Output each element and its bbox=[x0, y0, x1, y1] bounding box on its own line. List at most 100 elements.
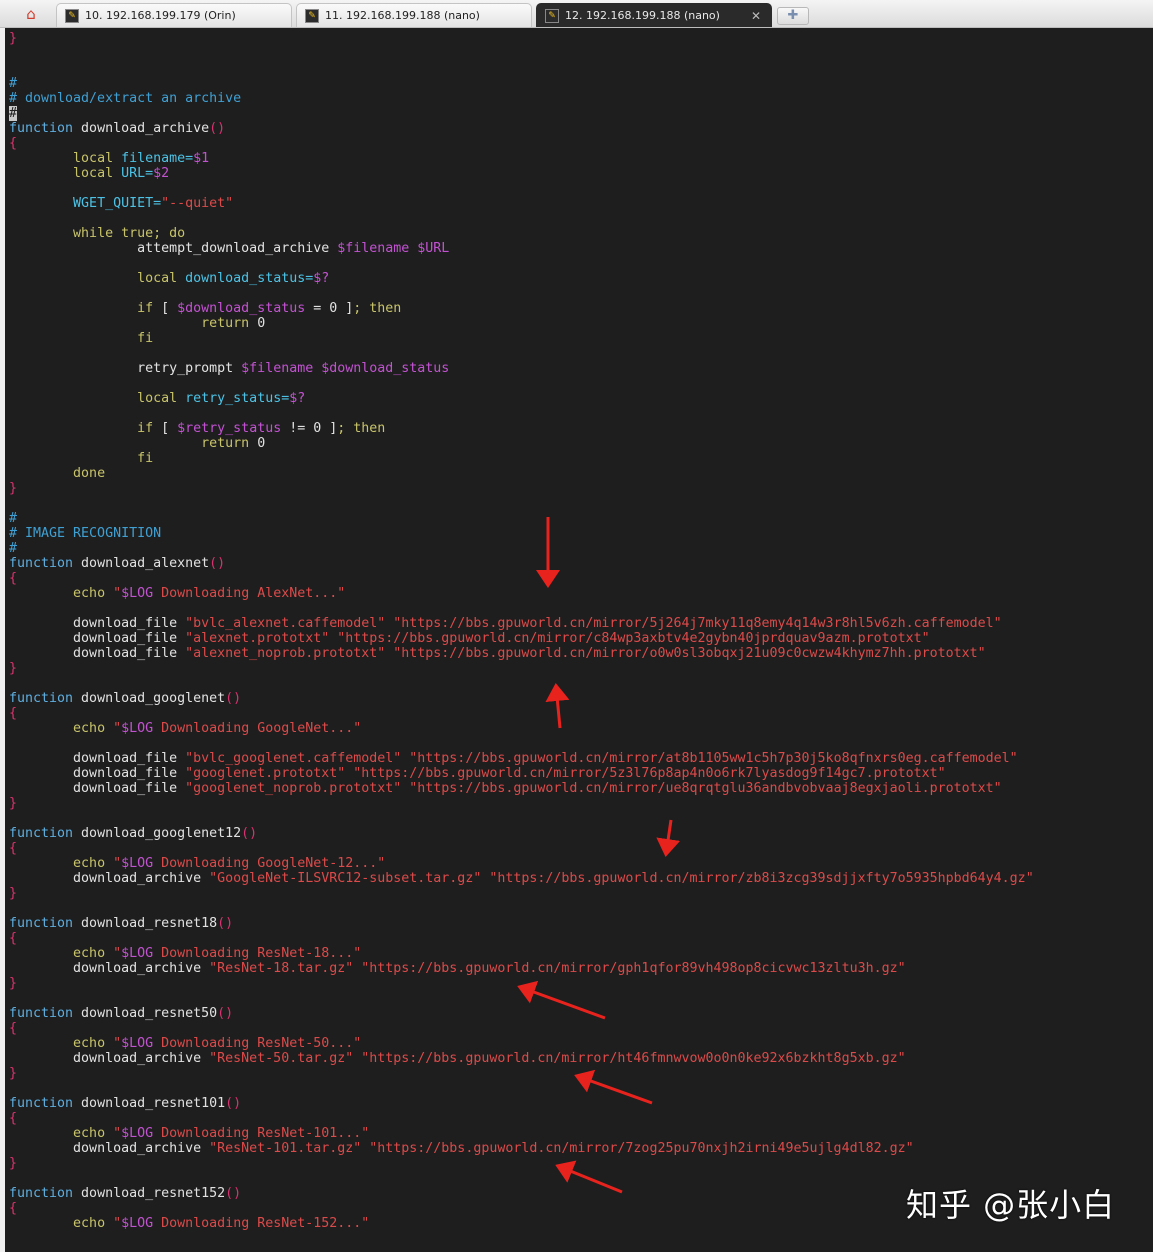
tab-label: 12. 192.168.199.188 (nano) bbox=[565, 9, 720, 22]
code-token: } bbox=[9, 661, 18, 676]
code-token: "GoogleNet-ILSVRC12-subset.tar.gz" "http… bbox=[209, 871, 1034, 886]
code-token: $? bbox=[289, 391, 306, 406]
code-line: } bbox=[9, 661, 1034, 676]
code-token: ; then bbox=[353, 301, 402, 316]
code-token: URL= bbox=[121, 166, 154, 181]
code-line: echo "$LOG Downloading AlexNet..." bbox=[9, 586, 1034, 601]
code-token: $LOG bbox=[121, 1126, 154, 1141]
code-token: () bbox=[241, 826, 258, 841]
code-token: # download/extract an archive bbox=[9, 91, 242, 106]
tab-session-10[interactable]: ✎ 10. 192.168.199.179 (Orin) bbox=[56, 3, 292, 27]
close-icon[interactable]: ✕ bbox=[751, 9, 761, 23]
code-token: () bbox=[209, 556, 226, 571]
code-token: download_googlenet bbox=[73, 691, 226, 706]
code-token: } bbox=[9, 796, 18, 811]
new-tab-button[interactable]: ✚ bbox=[777, 7, 809, 25]
code-line: local filename=$1 bbox=[9, 151, 1034, 166]
code-token: $LOG bbox=[121, 586, 154, 601]
code-line: function download_resnet50() bbox=[9, 1006, 1034, 1021]
code-token: local bbox=[73, 166, 114, 181]
code-token: = 0 ] bbox=[305, 301, 354, 316]
code-line: } bbox=[9, 1156, 1034, 1171]
code-token: $retry_status bbox=[177, 421, 282, 436]
code-token: " bbox=[113, 1126, 122, 1141]
code-token: "--quiet" bbox=[161, 196, 234, 211]
code-token: download_file bbox=[9, 646, 186, 661]
home-icon[interactable]: ⌂ bbox=[18, 4, 44, 24]
code-line: local retry_status=$? bbox=[9, 391, 1034, 406]
code-line: echo "$LOG Downloading ResNet-50..." bbox=[9, 1036, 1034, 1051]
code-token: Downloading ResNet-50..." bbox=[153, 1036, 362, 1051]
code-token: } bbox=[9, 481, 18, 496]
code-token: () bbox=[225, 691, 242, 706]
code-line: } bbox=[9, 976, 1034, 991]
code-token: [ bbox=[153, 421, 178, 436]
code-token: function bbox=[9, 916, 74, 931]
code-token: () bbox=[225, 1186, 242, 1201]
code-token: } bbox=[9, 886, 18, 901]
code-token: download_file bbox=[9, 766, 186, 781]
code-line: echo "$LOG Downloading GoogleNet..." bbox=[9, 721, 1034, 736]
putty-terminal-icon: ✎ bbox=[305, 8, 319, 23]
code-token: echo bbox=[73, 856, 106, 871]
code-line: WGET_QUIET="--quiet" bbox=[9, 196, 1034, 211]
code-line: while true; do bbox=[9, 226, 1034, 241]
code-token: download_archive bbox=[9, 871, 210, 886]
code-line: { bbox=[9, 1021, 1034, 1036]
code-token: filename= bbox=[121, 151, 194, 166]
code-line: attempt_download_archive $filename $URL bbox=[9, 241, 1034, 256]
code-token: } bbox=[9, 976, 18, 991]
code-line: } bbox=[9, 886, 1034, 901]
code-line: function download_googlenet() bbox=[9, 691, 1034, 706]
code-line: function download_resnet101() bbox=[9, 1096, 1034, 1111]
code-line: function download_googlenet12() bbox=[9, 826, 1034, 841]
code-line: } bbox=[9, 796, 1034, 811]
tab-session-12[interactable]: ✎ 12. 192.168.199.188 (nano) ✕ bbox=[536, 3, 772, 27]
code-token: "alexnet.prototxt" "https://bbs.gpuworld… bbox=[185, 631, 930, 646]
code-token: download_archive bbox=[9, 961, 210, 976]
terminal-view[interactable]: } # # download/extract an archive # function… bbox=[5, 28, 1153, 1252]
code-line: download_file "alexnet.prototxt" "https:… bbox=[9, 631, 1034, 646]
code-line: { bbox=[9, 1201, 1034, 1216]
code-content: } # # download/extract an archive # function… bbox=[9, 31, 1034, 1231]
code-line: retry_prompt $filename $download_status bbox=[9, 361, 1034, 376]
code-token: $LOG bbox=[121, 946, 154, 961]
plus-icon: ✚ bbox=[787, 8, 799, 23]
code-token: [ bbox=[153, 301, 178, 316]
code-line: # download/extract an archive bbox=[9, 91, 1034, 106]
code-token: download_resnet50 bbox=[73, 1006, 218, 1021]
code-line: download_file "bvlc_alexnet.caffemodel" … bbox=[9, 616, 1034, 631]
code-token: $LOG bbox=[121, 1036, 154, 1051]
code-token: " bbox=[113, 946, 122, 961]
code-token: () bbox=[225, 1096, 242, 1111]
code-token: download_resnet101 bbox=[73, 1096, 226, 1111]
code-line: if [ $retry_status != 0 ]; then bbox=[9, 421, 1034, 436]
code-token: function bbox=[9, 121, 74, 136]
code-token: { bbox=[9, 706, 18, 721]
code-token: download_alexnet bbox=[73, 556, 210, 571]
tab-session-11[interactable]: ✎ 11. 192.168.199.188 (nano) bbox=[296, 3, 532, 27]
putty-terminal-icon: ✎ bbox=[545, 8, 559, 23]
